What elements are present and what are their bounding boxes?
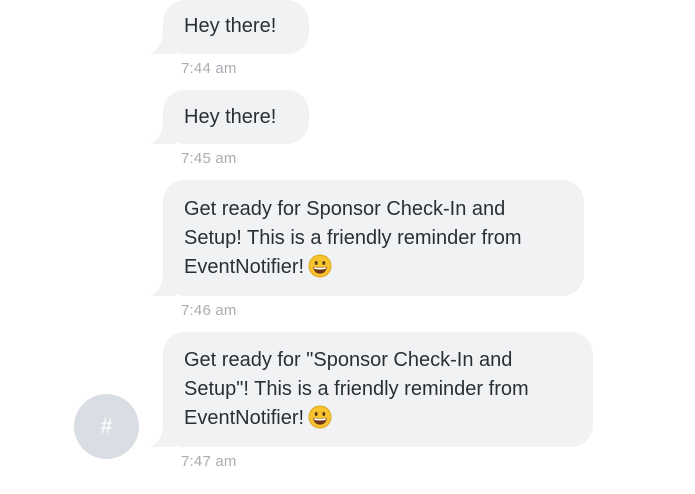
message-text: Hey there! xyxy=(184,106,277,128)
hash-symbol-icon: # xyxy=(100,415,113,438)
conversation-thread: Hey there! 7:44 am Hey there! 7:45 am Ge… xyxy=(0,0,695,494)
message-text-line: EventNotifier! xyxy=(184,253,564,282)
bubble-tail xyxy=(150,122,176,144)
grinning-face-emoji-icon xyxy=(308,254,332,278)
message-text-line: Setup! This is a friendly reminder from xyxy=(184,227,522,249)
message-timestamp: 7:45 am xyxy=(181,150,237,167)
message-text-line: Get ready for Sponsor Check-In and xyxy=(184,198,506,220)
bubble-tail xyxy=(150,274,176,296)
message-bubble[interactable]: Hey there! xyxy=(150,0,309,54)
bubble-tail xyxy=(150,32,176,54)
message-bubble[interactable]: Hey there! xyxy=(150,90,309,144)
message-timestamp: 7:46 am xyxy=(181,302,237,319)
message-text-line: EventNotifier! xyxy=(184,404,573,433)
message-text: EventNotifier! xyxy=(184,256,305,278)
message-bubble[interactable]: Get ready for "Sponsor Check-In and Setu… xyxy=(150,332,593,447)
channel-avatar[interactable]: # xyxy=(74,394,139,459)
bubble-tail xyxy=(150,425,176,447)
message-text: EventNotifier! xyxy=(184,407,305,429)
message-text-line: Setup"! This is a friendly reminder from xyxy=(184,378,529,400)
message-timestamp: 7:47 am xyxy=(181,453,237,470)
message-text-line: Get ready for "Sponsor Check-In and xyxy=(184,349,513,371)
message-timestamp: 7:44 am xyxy=(181,60,237,77)
message-bubble[interactable]: Get ready for Sponsor Check-In and Setup… xyxy=(150,180,584,296)
grinning-face-emoji-icon xyxy=(308,405,332,429)
message-text: Hey there! xyxy=(184,15,277,37)
